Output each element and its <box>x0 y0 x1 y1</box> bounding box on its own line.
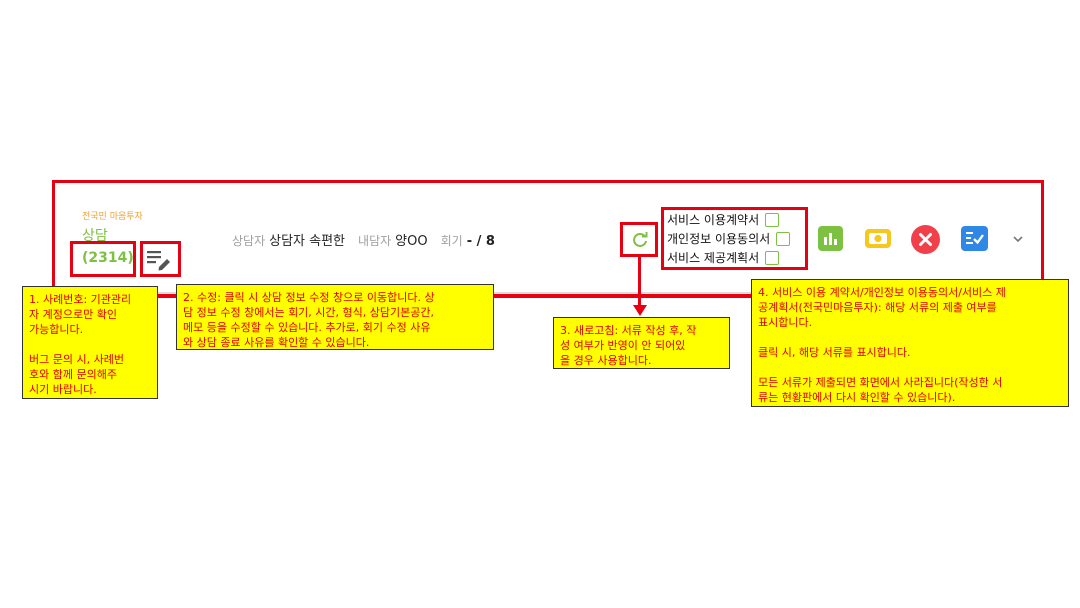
document-label: 서비스 이용계약서 <box>667 213 760 227</box>
document-checkbox[interactable] <box>765 212 780 227</box>
arrow-head-note3 <box>633 305 647 316</box>
edit-list-icon <box>147 251 170 271</box>
document-checkbox[interactable] <box>776 231 791 246</box>
edit-button[interactable] <box>143 245 178 273</box>
session-label: 회기 <box>440 234 463 248</box>
chevron-down-icon <box>1013 236 1023 243</box>
note-documents: 4. 서비스 이용 계약서/개인정보 이용동의서/서비스 제 공계획서(전국민마… <box>751 279 1069 407</box>
statistics-button[interactable] <box>818 226 843 251</box>
client-label: 내담자 <box>358 234 392 248</box>
connector-note2-note4 <box>494 295 754 298</box>
document-item-plan[interactable]: 서비스 제공계획서 <box>667 248 807 267</box>
counselor-value: 상담자 속편한 <box>269 234 346 249</box>
document-checkbox[interactable] <box>765 250 780 265</box>
checklist-icon <box>966 232 984 245</box>
expand-button[interactable] <box>1010 231 1026 247</box>
case-number: (2314) <box>82 250 134 266</box>
close-icon <box>919 233 932 246</box>
cash-icon <box>869 233 887 244</box>
document-item-privacy[interactable]: 개인정보 이용동의서 <box>667 229 807 248</box>
note-refresh: 3. 새로고침: 서류 작성 후, 작 성 여부가 반영이 안 되어있 을 경우… <box>553 317 730 369</box>
document-checklist: 서비스 이용계약서 개인정보 이용동의서 서비스 제공계획서 <box>667 210 807 267</box>
cancel-session-button[interactable] <box>911 225 940 254</box>
counselor-label: 상담자 <box>232 234 266 248</box>
client-value: 양OO <box>395 234 428 249</box>
document-label: 개인정보 이용동의서 <box>667 232 771 246</box>
refresh-icon <box>633 232 648 247</box>
checklist-button[interactable] <box>961 226 988 251</box>
program-tag: 전국민 마음투자 <box>82 212 143 222</box>
session-info: 상담자 상담자 속편한 내담자 양OO 회기 - / 8 <box>232 230 495 249</box>
note-edit: 2. 수정: 클릭 시 상담 정보 수정 창으로 이동합니다. 상 담 정보 수… <box>176 284 494 350</box>
refresh-button[interactable] <box>628 228 652 252</box>
connector-note1 <box>157 295 176 298</box>
chart-icon <box>824 233 837 245</box>
payment-button[interactable] <box>865 229 891 248</box>
connector-note3 <box>638 257 641 305</box>
document-item-contract[interactable]: 서비스 이용계약서 <box>667 210 807 229</box>
session-value: - / 8 <box>466 234 495 249</box>
note-case-number: 1. 사례번호: 기관관리 자 계정으로만 확인 가능합니다. 버그 문의 시,… <box>22 286 158 399</box>
document-label: 서비스 제공계획서 <box>667 251 760 265</box>
